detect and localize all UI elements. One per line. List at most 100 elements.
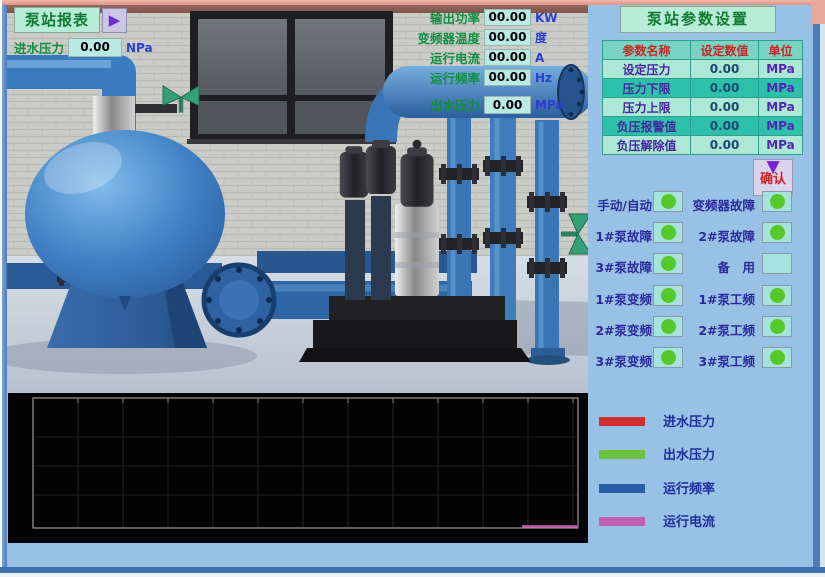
status-indicator-pump1-fault xyxy=(653,222,683,243)
status-dot xyxy=(661,194,676,209)
status-label-pump3-vfd: 3#泵变频 xyxy=(595,351,652,370)
table-row: 设定压力 0.00 MPa xyxy=(603,60,803,79)
metric-unit: A xyxy=(535,51,544,65)
status-indicator-manual-auto xyxy=(653,191,683,212)
play-icon: ▶ xyxy=(109,11,121,29)
frame-bottom-outer xyxy=(0,573,825,577)
status-label-pump1-fault: 1#泵故障 xyxy=(595,226,652,245)
table-row: 负压报警值 0.00 MPa xyxy=(603,117,803,136)
legend-swatch-inlet-pressure xyxy=(599,417,645,426)
status-dot xyxy=(661,256,676,271)
metric-row: 变频器温度 00.00 度 xyxy=(416,29,558,46)
legend-label-current: 运行电流 xyxy=(663,511,715,530)
inlet-pressure-row: 进水压力 0.00 NPa xyxy=(14,38,153,57)
metric-unit: Hz xyxy=(535,71,552,85)
status-dot xyxy=(770,194,785,209)
confirm-button-label: 确认 xyxy=(760,173,786,186)
param-value[interactable]: 0.00 xyxy=(691,98,759,117)
status-indicator-pump2-mains xyxy=(762,316,792,337)
metric-value: 00.00 xyxy=(484,49,531,66)
status-indicator-pump1-mains xyxy=(762,285,792,306)
table-row: 负压解除值 0.00 MPa xyxy=(603,136,803,155)
frame-top xyxy=(0,0,825,5)
window xyxy=(187,11,396,144)
outlet-pressure-value: 0.00 xyxy=(484,96,531,114)
status-dot xyxy=(661,350,676,365)
status-label-pump1-vfd: 1#泵变频 xyxy=(595,289,652,308)
metric-label: 输出功率 xyxy=(416,8,480,27)
settings-table: 参数名称 设定数值 单位 设定压力 0.00 MPa 压力下限 0.00 MPa… xyxy=(602,40,803,155)
param-value[interactable]: 0.00 xyxy=(691,136,759,155)
metric-value: 00.00 xyxy=(484,69,531,86)
trend-chart-plot xyxy=(8,393,588,543)
settings-table-header: 参数名称 设定数值 单位 xyxy=(603,41,803,60)
metric-value: 00.00 xyxy=(484,29,531,46)
outlet-pressure-unit: MPa xyxy=(535,98,564,112)
metric-label: 运行电流 xyxy=(416,48,480,67)
inlet-pressure-label: 进水压力 xyxy=(14,38,64,57)
status-label-pump1-mains: 1#泵工频 xyxy=(698,289,755,308)
param-name: 压力上限 xyxy=(603,98,691,117)
param-unit: MPa xyxy=(759,98,803,117)
report-play-button[interactable]: ▶ xyxy=(102,8,127,33)
param-unit: MPa xyxy=(759,60,803,79)
status-indicator-pump2-fault xyxy=(762,222,792,243)
metric-label: 变频器温度 xyxy=(416,28,480,47)
status-dot xyxy=(770,319,785,334)
status-indicator-vfd-fault xyxy=(762,191,792,212)
param-unit: MPa xyxy=(759,117,803,136)
legend-label-inlet-pressure: 进水压力 xyxy=(663,411,715,430)
status-indicator-spare xyxy=(762,253,792,274)
metric-row: 输出功率 00.00 KW xyxy=(416,9,558,26)
legend-swatch-frequency xyxy=(599,484,645,493)
status-indicator-pump3-vfd xyxy=(653,347,683,368)
status-indicator-pump1-vfd xyxy=(653,285,683,306)
param-name: 设定压力 xyxy=(603,60,691,79)
report-button[interactable]: 泵站报表 xyxy=(14,7,100,33)
inlet-pressure-unit: NPa xyxy=(126,41,153,55)
legend-label-outlet-pressure: 出水压力 xyxy=(663,444,715,463)
frame-right-outer xyxy=(820,24,825,567)
status-dot xyxy=(661,225,676,240)
col-header-value: 设定数值 xyxy=(691,41,759,60)
frame-right xyxy=(813,24,820,567)
trend-chart xyxy=(8,393,588,543)
status-dot xyxy=(770,350,785,365)
status-label-manual-auto: 手动/自动 xyxy=(597,195,652,214)
report-button-label: 泵站报表 xyxy=(25,11,89,29)
status-label-pump2-fault: 2#泵故障 xyxy=(698,226,755,245)
status-dot xyxy=(770,288,785,303)
param-value[interactable]: 0.00 xyxy=(691,60,759,79)
status-label-pump3-fault: 3#泵故障 xyxy=(595,257,652,276)
param-value[interactable]: 0.00 xyxy=(691,79,759,98)
status-indicator-pump2-vfd xyxy=(653,316,683,337)
status-dot xyxy=(770,225,785,240)
status-dot xyxy=(661,288,676,303)
status-indicator-pump3-mains xyxy=(762,347,792,368)
outlet-pressure-row: 出水压力 0.00 MPa xyxy=(416,95,564,114)
metric-value: 00.00 xyxy=(484,9,531,26)
status-label-spare: 备 用 xyxy=(717,257,755,276)
param-unit: MPa xyxy=(759,79,803,98)
inlet-pressure-value: 0.00 xyxy=(68,38,122,57)
legend-label-frequency: 运行频率 xyxy=(663,478,715,497)
status-label-pump2-vfd: 2#泵变频 xyxy=(595,320,652,339)
metric-unit: 度 xyxy=(535,29,547,46)
metric-row: 运行频率 00.00 Hz xyxy=(416,69,558,86)
metric-readouts: 输出功率 00.00 KW 变频器温度 00.00 度 运行电流 00.00 A… xyxy=(416,9,558,89)
settings-panel-title: 泵站参数设置 xyxy=(620,6,776,33)
param-unit: MPa xyxy=(759,136,803,155)
frame-left xyxy=(2,5,7,571)
col-header-name: 参数名称 xyxy=(603,41,691,60)
status-dot xyxy=(661,319,676,334)
param-value[interactable]: 0.00 xyxy=(691,117,759,136)
param-name: 负压解除值 xyxy=(603,136,691,155)
metric-label: 运行频率 xyxy=(416,68,480,87)
status-label-pump2-mains: 2#泵工频 xyxy=(698,320,755,339)
frame-corner xyxy=(811,0,825,26)
hmi-pump-station-screen: 泵站报表 ▶ 进水压力 0.00 NPa 输出功率 00.00 KW 变频器温度… xyxy=(0,0,825,577)
metric-row: 运行电流 00.00 A xyxy=(416,49,558,66)
param-name: 负压报警值 xyxy=(603,117,691,136)
metric-unit: KW xyxy=(535,11,558,25)
legend-swatch-current xyxy=(599,517,645,526)
